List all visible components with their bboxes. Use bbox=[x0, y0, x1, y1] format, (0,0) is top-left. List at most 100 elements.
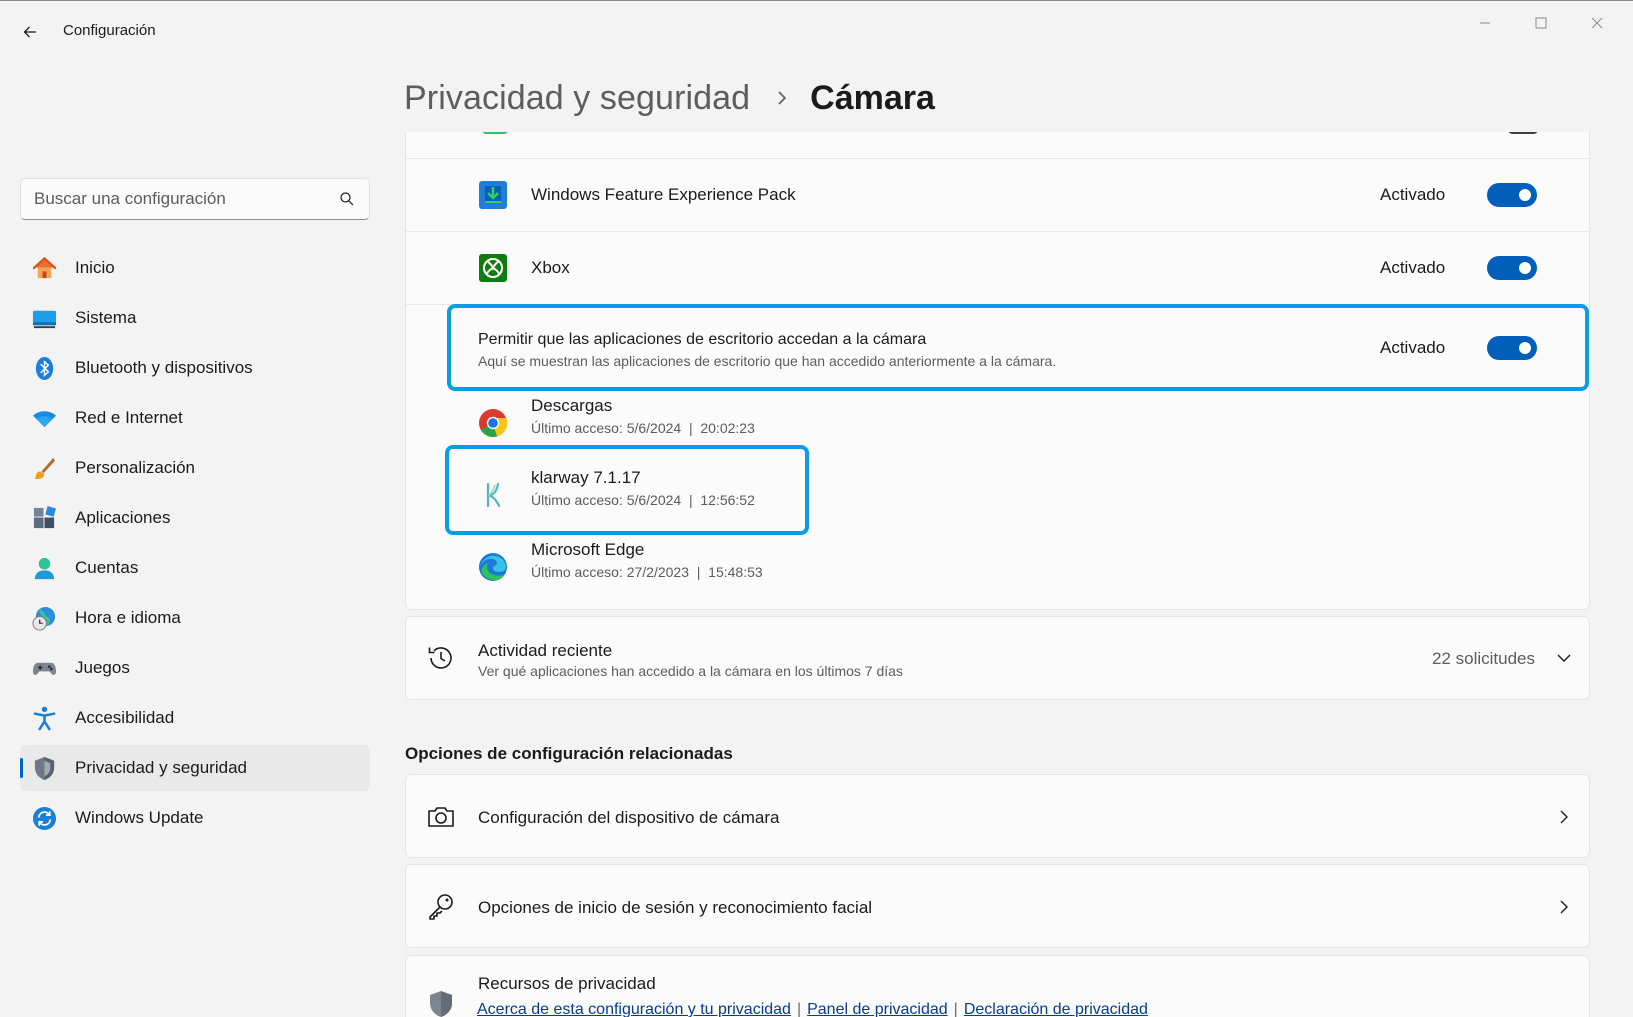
recent-app-last-access: Último acceso: 5/6/2024 | 12:56:52 bbox=[531, 492, 755, 508]
sidebar-item-label: Accesibilidad bbox=[75, 708, 175, 727]
desktop-apps-camera-toggle[interactable] bbox=[1487, 336, 1537, 360]
sidebar-item-label: Sistema bbox=[75, 308, 137, 327]
apps-icon bbox=[33, 506, 56, 529]
back-button[interactable] bbox=[14, 18, 46, 46]
list-item: klarway 7.1.17 Último acceso: 5/6/2024 |… bbox=[406, 462, 1589, 528]
toggle-state-label: Activado bbox=[1380, 185, 1446, 204]
account-icon bbox=[34, 557, 55, 580]
about-settings-privacy-link[interactable]: Acerca de esta configuración y tu privac… bbox=[477, 1001, 791, 1017]
sidebar-item-cuentas[interactable]: Cuentas bbox=[20, 545, 370, 591]
toggle-knob bbox=[1519, 189, 1531, 201]
scrolled-app-icon bbox=[482, 132, 508, 134]
link-separator: | bbox=[953, 1001, 958, 1017]
chevron-right-icon bbox=[1560, 900, 1568, 914]
related-item-label: Opciones de inicio de sesión y reconocim… bbox=[478, 898, 873, 917]
maximize-button[interactable] bbox=[1518, 8, 1564, 38]
recent-app-last-access: Último acceso: 5/6/2024 | 20:02:23 bbox=[531, 420, 755, 436]
app-name: Xbox bbox=[531, 258, 570, 277]
sidebar-item-aplicaciones[interactable]: Aplicaciones bbox=[20, 495, 370, 541]
sidebar-item-label: Personalización bbox=[75, 458, 196, 477]
wifi-icon bbox=[32, 411, 57, 428]
clock-globe-icon bbox=[32, 606, 56, 631]
feature-pack-icon bbox=[479, 181, 507, 209]
key-icon bbox=[429, 894, 453, 920]
request-count: 22 solicitudes bbox=[1432, 649, 1536, 668]
sidebar-nav: Inicio Sistema Bluetooth y dispositivos … bbox=[20, 245, 370, 845]
sign-in-options-link[interactable]: Opciones de inicio de sesión y reconocim… bbox=[405, 864, 1590, 948]
chrome-icon bbox=[479, 409, 508, 438]
camera-icon bbox=[428, 807, 454, 827]
desktop-apps-title: Permitir que las aplicaciones de escrito… bbox=[478, 331, 927, 348]
desktop-apps-subtitle: Aquí se muestran las aplicaciones de esc… bbox=[478, 353, 1057, 369]
recent-activity-subtitle: Ver qué aplicaciones han accedido a la c… bbox=[478, 663, 903, 679]
sidebar-item-sistema[interactable]: Sistema bbox=[20, 295, 370, 341]
recent-app-name: klarway 7.1.17 bbox=[531, 468, 641, 487]
title-bar: Configuración bbox=[0, 0, 1633, 64]
sidebar-item-privacidad[interactable]: Privacidad y seguridad bbox=[20, 745, 370, 791]
close-button[interactable] bbox=[1574, 8, 1620, 38]
sidebar-item-bluetooth[interactable]: Bluetooth y dispositivos bbox=[20, 345, 370, 391]
recent-app-name: Microsoft Edge bbox=[531, 540, 645, 559]
sidebar-item-hora[interactable]: Hora e idioma bbox=[20, 595, 370, 641]
privacy-links: Acerca de esta configuración y tu privac… bbox=[477, 1001, 1148, 1017]
sidebar-item-windows-update[interactable]: Windows Update bbox=[20, 795, 370, 841]
xbox-camera-toggle[interactable] bbox=[1487, 256, 1537, 280]
minimize-button[interactable] bbox=[1462, 8, 1508, 38]
bluetooth-icon bbox=[35, 356, 54, 381]
privacy-dashboard-link[interactable]: Panel de privacidad bbox=[807, 1001, 948, 1017]
search-input[interactable] bbox=[21, 179, 331, 219]
recent-activity-title: Actividad reciente bbox=[478, 641, 613, 660]
link-separator: | bbox=[796, 1001, 802, 1017]
accessibility-icon bbox=[33, 706, 56, 731]
toggle-state-label: Activado bbox=[1380, 258, 1446, 277]
camera-device-settings-link[interactable]: Configuración del dispositivo de cámara bbox=[405, 774, 1590, 858]
close-icon bbox=[1591, 17, 1603, 29]
toggle-knob bbox=[1519, 342, 1531, 354]
search-icon[interactable] bbox=[339, 191, 355, 207]
sidebar-item-label: Inicio bbox=[75, 258, 115, 277]
app-row-feature-pack: Windows Feature Experience Pack Activado bbox=[406, 159, 1589, 231]
related-item-label: Configuración del dispositivo de cámara bbox=[478, 808, 780, 827]
list-item: Microsoft Edge Último acceso: 27/2/2023 … bbox=[406, 534, 1589, 600]
feature-pack-camera-toggle[interactable] bbox=[1487, 183, 1537, 207]
sidebar-item-accesibilidad[interactable]: Accesibilidad bbox=[20, 695, 370, 741]
recent-activity-card[interactable]: Actividad reciente Ver qué aplicaciones … bbox=[405, 616, 1590, 700]
toggle-knob bbox=[1519, 262, 1531, 274]
minimize-icon bbox=[1480, 22, 1490, 24]
scrolled-toggle bbox=[1507, 132, 1539, 134]
app-title: Configuración bbox=[63, 22, 156, 39]
chevron-right-icon bbox=[776, 90, 788, 106]
sidebar-item-label: Red e Internet bbox=[75, 408, 183, 427]
breadcrumb-parent-link[interactable]: Privacidad y seguridad bbox=[404, 79, 750, 118]
chevron-down-icon[interactable] bbox=[1556, 650, 1572, 666]
desktop-apps-access-row: Permitir que las aplicaciones de escrito… bbox=[406, 305, 1589, 389]
sidebar-item-label: Windows Update bbox=[75, 808, 204, 827]
shield-icon bbox=[34, 756, 55, 781]
sidebar-item-juegos[interactable]: Juegos bbox=[20, 645, 370, 691]
gamepad-icon bbox=[32, 662, 57, 676]
paintbrush-icon bbox=[33, 457, 56, 480]
edge-icon bbox=[479, 553, 507, 581]
home-icon bbox=[32, 256, 57, 279]
sidebar-item-label: Privacidad y seguridad bbox=[75, 758, 247, 777]
breadcrumb: Privacidad y seguridad Cámara bbox=[404, 70, 935, 126]
camera-apps-list: Windows Feature Experience Pack Activado… bbox=[405, 132, 1590, 610]
klarway-icon bbox=[486, 482, 501, 508]
privacy-resources-title: Recursos de privacidad bbox=[478, 974, 656, 993]
recent-app-last-access: Último acceso: 27/2/2023 | 15:48:53 bbox=[531, 564, 763, 580]
list-item: Descargas Último acceso: 5/6/2024 | 20:0… bbox=[406, 390, 1589, 456]
sidebar-item-red[interactable]: Red e Internet bbox=[20, 395, 370, 441]
app-row-xbox: Xbox Activado bbox=[406, 232, 1589, 304]
page-title: Cámara bbox=[810, 78, 935, 117]
privacy-statement-link[interactable]: Declaración de privacidad bbox=[964, 1001, 1148, 1017]
sidebar-item-label: Juegos bbox=[75, 658, 130, 677]
sidebar-item-inicio[interactable]: Inicio bbox=[20, 245, 370, 291]
xbox-icon bbox=[479, 254, 507, 282]
sidebar-item-label: Aplicaciones bbox=[75, 508, 171, 527]
toggle-state-label: Activado bbox=[1380, 338, 1446, 357]
sidebar-item-label: Hora e idioma bbox=[75, 608, 181, 627]
shield-icon bbox=[430, 991, 452, 1017]
app-name: Windows Feature Experience Pack bbox=[531, 185, 796, 204]
update-icon bbox=[32, 806, 57, 831]
sidebar-item-personalizacion[interactable]: Personalización bbox=[20, 445, 370, 491]
